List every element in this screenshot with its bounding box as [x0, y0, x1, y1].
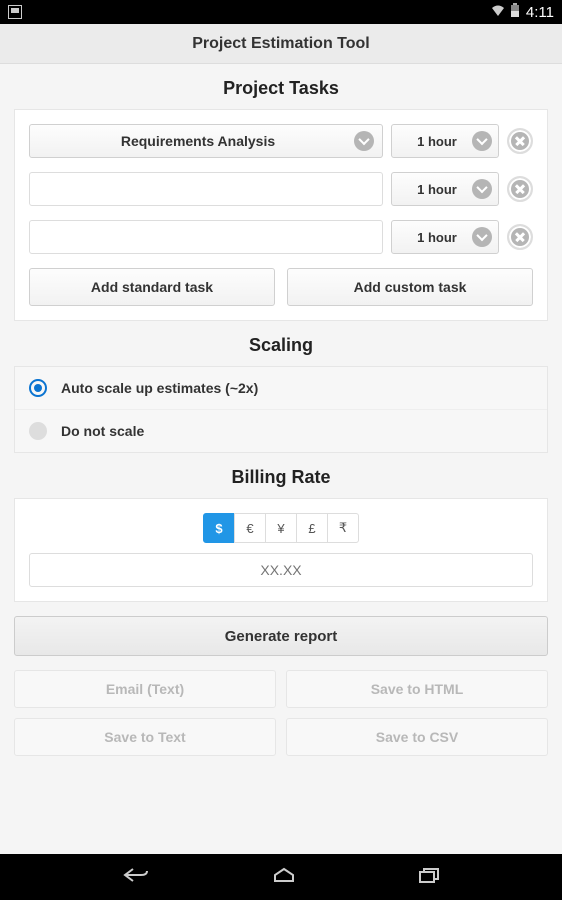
task-label: Requirements Analysis	[42, 133, 354, 149]
scaling-title: Scaling	[14, 335, 548, 356]
add-standard-task-button[interactable]: Add standard task	[29, 268, 275, 306]
rate-input[interactable]	[29, 553, 533, 587]
remove-button[interactable]	[507, 128, 533, 154]
email-text-button[interactable]: Email (Text)	[14, 670, 276, 708]
currency-rupee[interactable]: ₹	[327, 513, 359, 543]
tasks-title: Project Tasks	[14, 78, 548, 99]
image-icon	[8, 5, 22, 19]
add-custom-task-button[interactable]: Add custom task	[287, 268, 533, 306]
clock: 4:11	[526, 4, 554, 21]
save-html-button[interactable]: Save to HTML	[286, 670, 548, 708]
chevron-down-icon	[472, 131, 492, 151]
tasks-card: Requirements Analysis 1 hour 1 hour	[14, 109, 548, 321]
chevron-down-icon	[354, 131, 374, 151]
save-text-button[interactable]: Save to Text	[14, 718, 276, 756]
recent-apps-icon[interactable]	[417, 866, 441, 889]
chevron-down-icon	[472, 179, 492, 199]
app-title: Project Estimation Tool	[192, 35, 370, 53]
wifi-icon	[490, 4, 506, 21]
billing-card: $ € ¥ £ ₹	[14, 498, 548, 602]
currency-yen[interactable]: ¥	[265, 513, 297, 543]
scaling-option-none[interactable]: Do not scale	[15, 409, 547, 452]
remove-button[interactable]	[507, 176, 533, 202]
currency-toggle: $ € ¥ £ ₹	[29, 513, 533, 543]
duration-label: 1 hour	[402, 230, 472, 245]
currency-euro[interactable]: €	[234, 513, 266, 543]
generate-report-button[interactable]: Generate report	[14, 616, 548, 656]
duration-select[interactable]: 1 hour	[391, 124, 499, 158]
task-select[interactable]	[29, 172, 383, 206]
scaling-label: Do not scale	[61, 423, 144, 439]
duration-select[interactable]: 1 hour	[391, 220, 499, 254]
duration-select[interactable]: 1 hour	[391, 172, 499, 206]
home-icon[interactable]	[272, 866, 296, 889]
task-row: 1 hour	[29, 172, 533, 206]
duration-label: 1 hour	[402, 182, 472, 197]
duration-label: 1 hour	[402, 134, 472, 149]
task-select[interactable]	[29, 220, 383, 254]
save-csv-button[interactable]: Save to CSV	[286, 718, 548, 756]
task-row: 1 hour	[29, 220, 533, 254]
currency-dollar[interactable]: $	[203, 513, 235, 543]
radio-unchecked-icon	[29, 422, 47, 440]
nav-bar	[0, 854, 562, 900]
task-select[interactable]: Requirements Analysis	[29, 124, 383, 158]
status-bar: 4:11	[0, 0, 562, 24]
remove-button[interactable]	[507, 224, 533, 250]
task-row: Requirements Analysis 1 hour	[29, 124, 533, 158]
currency-pound[interactable]: £	[296, 513, 328, 543]
scaling-label: Auto scale up estimates (~2x)	[61, 380, 258, 396]
back-icon[interactable]	[121, 866, 151, 889]
scaling-option-auto[interactable]: Auto scale up estimates (~2x)	[15, 367, 547, 409]
scaling-card: Auto scale up estimates (~2x) Do not sca…	[14, 366, 548, 453]
billing-title: Billing Rate	[14, 467, 548, 488]
radio-checked-icon	[29, 379, 47, 397]
chevron-down-icon	[472, 227, 492, 247]
app-header: Project Estimation Tool	[0, 24, 562, 64]
battery-icon	[510, 3, 520, 21]
